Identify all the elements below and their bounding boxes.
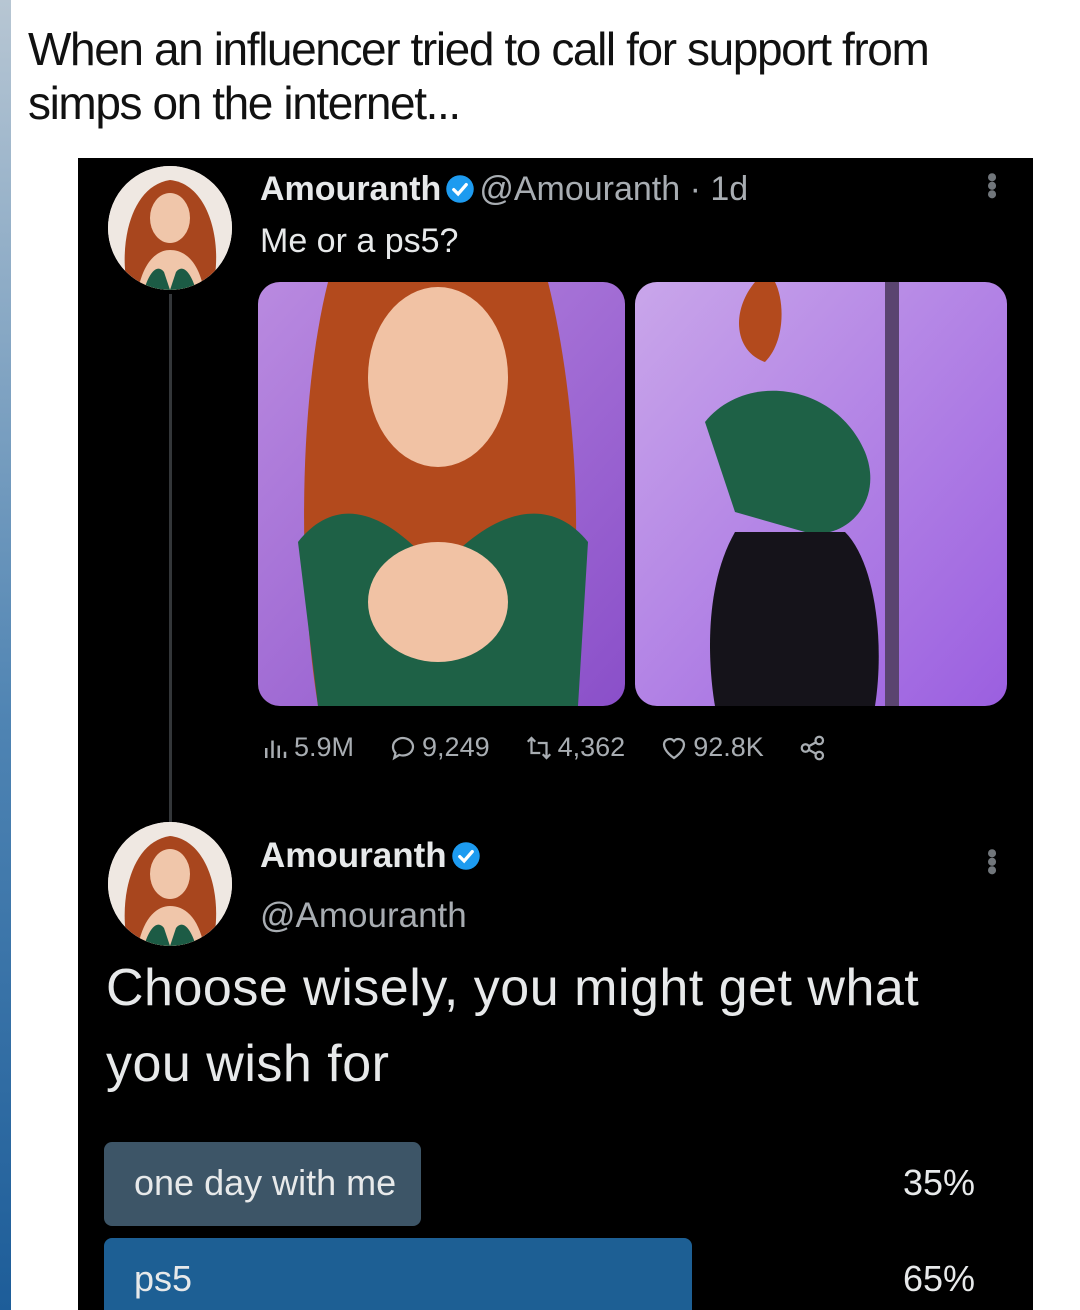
separator-dot: · bbox=[680, 170, 711, 208]
retweet-icon bbox=[526, 735, 551, 760]
tweet-screenshot: Amouranth @Amouranth · 1d ••• Me or a ps5… bbox=[78, 158, 1033, 1310]
share-button[interactable] bbox=[798, 733, 828, 763]
views-icon bbox=[265, 740, 287, 758]
tweet-header: Amouranth @Amouranth · 1d bbox=[260, 168, 748, 210]
views-count: 5.9M bbox=[294, 732, 355, 762]
thread-connector-line bbox=[169, 294, 172, 829]
poll-option-label: one day with me bbox=[134, 1162, 397, 1203]
author-name[interactable]: Amouranth bbox=[260, 170, 441, 208]
tweet-time[interactable]: 1d bbox=[710, 170, 748, 208]
more-options-icon[interactable]: ••• bbox=[975, 172, 1008, 198]
share-icon bbox=[800, 735, 824, 760]
meme-caption: When an influencer tried to call for sup… bbox=[28, 23, 930, 129]
poll-option-label: ps5 bbox=[134, 1258, 193, 1299]
reply-count: 9,249 bbox=[422, 732, 490, 762]
like-icon bbox=[663, 737, 686, 759]
left-edge-strip bbox=[0, 0, 11, 1310]
author-handle[interactable]: @Amouranth bbox=[260, 896, 467, 936]
tweet-text: Me or a ps5? bbox=[260, 222, 459, 260]
tweet-photo-left[interactable] bbox=[258, 282, 625, 706]
reply-icon bbox=[391, 736, 415, 760]
poll-option[interactable]: one day with me 35% bbox=[104, 1142, 1009, 1226]
views-stat[interactable]: 5.9M bbox=[260, 732, 354, 763]
like-stat[interactable]: 92.8K bbox=[659, 732, 764, 763]
author-name-text[interactable]: Amouranth bbox=[260, 836, 447, 875]
tweet-text: Choose wisely, you might get what you wi… bbox=[106, 959, 920, 1093]
engagement-bar: 5.9M 9,249 4,362 92.8K bbox=[260, 732, 828, 763]
like-count: 92.8K bbox=[693, 732, 764, 762]
poll-option-percent: 65% bbox=[902, 1258, 975, 1299]
verified-badge-icon bbox=[446, 175, 475, 203]
retweet-count: 4,362 bbox=[557, 732, 626, 762]
avatar-image bbox=[108, 822, 232, 946]
avatar[interactable] bbox=[108, 166, 232, 290]
author-handle[interactable]: @Amouranth bbox=[479, 170, 680, 208]
avatar[interactable] bbox=[108, 822, 232, 946]
author-name: Amouranth bbox=[260, 836, 485, 876]
avatar-image bbox=[108, 166, 232, 290]
reply-stat[interactable]: 9,249 bbox=[388, 732, 490, 763]
more-options-icon[interactable]: ••• bbox=[975, 848, 1008, 874]
poll-option-percent: 35% bbox=[902, 1162, 975, 1203]
retweet-stat[interactable]: 4,362 bbox=[524, 732, 626, 763]
poll-option[interactable]: ps5 65% bbox=[104, 1238, 1009, 1310]
tweet-photo-right[interactable] bbox=[635, 282, 1007, 706]
verified-badge-icon bbox=[451, 842, 480, 870]
poll-result-bar bbox=[104, 1238, 693, 1310]
